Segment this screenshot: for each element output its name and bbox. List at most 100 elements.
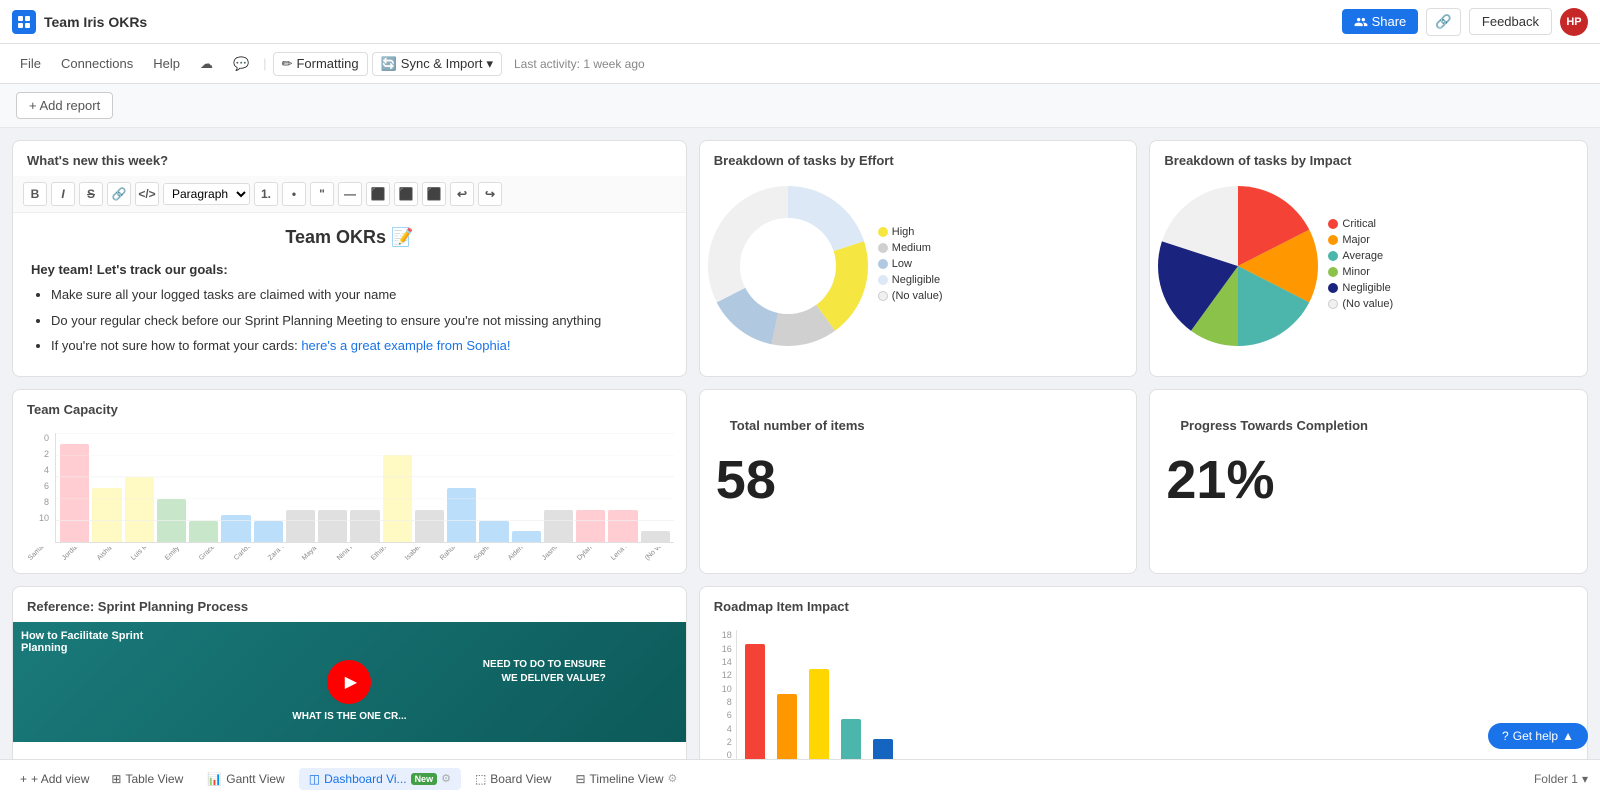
file-menu[interactable]: File bbox=[12, 52, 49, 75]
sync-import-button[interactable]: 🔄 Sync & Import ▾ bbox=[372, 52, 502, 76]
capacity-bar bbox=[415, 510, 444, 543]
roadmap-bars bbox=[736, 630, 901, 760]
italic-button[interactable]: I bbox=[51, 182, 75, 206]
plus-icon: + bbox=[20, 772, 27, 786]
team-capacity-card: Team Capacity 1086420 Samantha ChenJorda… bbox=[12, 389, 687, 574]
doc-link[interactable]: here's a great example from Sophia! bbox=[301, 338, 510, 353]
feedback-button[interactable]: Feedback bbox=[1469, 8, 1552, 35]
bar-label: Lena Perez bbox=[610, 547, 636, 562]
tab-board[interactable]: ⬚ Board View bbox=[465, 768, 562, 790]
tab-table[interactable]: ⊞ Table View bbox=[101, 768, 193, 790]
undo-button[interactable]: ↩ bbox=[450, 182, 474, 206]
roadmap-bar bbox=[745, 644, 765, 759]
total-items-title: Total number of items bbox=[716, 406, 879, 441]
capacity-bar-labels: Samantha ChenJordan PatelAisha GreenLuis… bbox=[25, 547, 674, 564]
roadmap-card: Roadmap Item Impact 024681012141618 bbox=[699, 586, 1588, 770]
link-editor-button[interactable]: 🔗 bbox=[107, 182, 131, 206]
timeline-settings-icon[interactable]: ⚙ bbox=[668, 772, 678, 785]
doc-list: Make sure all your logged tasks are clai… bbox=[31, 285, 668, 356]
capacity-bar bbox=[383, 455, 412, 542]
align-left-button[interactable]: ⬛ bbox=[366, 182, 390, 206]
app-logo bbox=[12, 10, 36, 34]
align-right-button[interactable]: ⬛ bbox=[422, 182, 446, 206]
y-axis-labels: 1086420 bbox=[25, 433, 49, 523]
bar-label: Ethan Williams bbox=[370, 547, 396, 562]
bold-button[interactable]: B bbox=[23, 182, 47, 206]
main-content: What's new this week? B I S 🔗 </> Paragr… bbox=[0, 128, 1600, 795]
roadmap-title: Roadmap Item Impact bbox=[700, 587, 1587, 622]
add-report-button[interactable]: + Add report bbox=[16, 92, 113, 119]
get-help-button[interactable]: ? Get help ▲ bbox=[1488, 723, 1588, 749]
strikethrough-button[interactable]: S bbox=[79, 182, 103, 206]
code-button[interactable]: </> bbox=[135, 182, 159, 206]
formatting-button[interactable]: ✏ Formatting bbox=[273, 52, 368, 76]
roadmap-bar bbox=[841, 719, 861, 759]
capacity-bar bbox=[318, 510, 347, 543]
tab-timeline[interactable]: ⊟ Timeline View ⚙ bbox=[565, 768, 687, 790]
bar-label: Nina Hernandez bbox=[336, 547, 362, 562]
avatar: HP bbox=[1560, 8, 1588, 36]
roadmap-group bbox=[873, 739, 893, 759]
capacity-bar bbox=[125, 477, 154, 542]
align-center-button[interactable]: ⬛ bbox=[394, 182, 418, 206]
unordered-list-button[interactable]: • bbox=[282, 182, 306, 206]
bar-label: Dylan Carter bbox=[576, 547, 602, 562]
table-icon: ⊞ bbox=[111, 772, 121, 786]
effort-title: Breakdown of tasks by Effort bbox=[700, 141, 1137, 176]
timeline-icon: ⊟ bbox=[575, 772, 585, 786]
quote-button[interactable]: " bbox=[310, 182, 334, 206]
impact-pie bbox=[1158, 186, 1318, 346]
impact-title: Breakdown of tasks by Impact bbox=[1150, 141, 1587, 176]
hr-button[interactable]: — bbox=[338, 182, 362, 206]
capacity-bar bbox=[286, 510, 315, 543]
tab-dashboard[interactable]: ◫ Dashboard Vi... New ⚙ bbox=[299, 768, 461, 790]
redo-button[interactable]: ↪ bbox=[478, 182, 502, 206]
capacity-bars bbox=[55, 433, 674, 543]
bar-label: Grace Johnson bbox=[198, 547, 224, 562]
tab-settings-icon[interactable]: ⚙ bbox=[441, 772, 451, 785]
add-report-bar: + Add report bbox=[0, 84, 1600, 128]
progress-content: Progress Towards Completion 21% bbox=[1150, 390, 1587, 527]
bar-label: Samantha Chen bbox=[27, 547, 53, 562]
chat-icon[interactable]: 💬 bbox=[225, 52, 257, 76]
capacity-bar bbox=[254, 521, 283, 543]
video-title-overlay: How to Facilitate Sprint Planning bbox=[21, 630, 171, 654]
capacity-bar bbox=[447, 488, 476, 543]
cloud-icon[interactable]: ☁ bbox=[192, 52, 221, 76]
link-button[interactable]: 🔗 bbox=[1426, 8, 1461, 36]
ordered-list-button[interactable]: 1. bbox=[254, 182, 278, 206]
gantt-icon: 📊 bbox=[207, 772, 222, 786]
bar-label: (No value) bbox=[644, 547, 670, 562]
impact-legend: Critical Major Average Minor Negligible … bbox=[1328, 218, 1393, 314]
roadmap-chart: 024681012141618 bbox=[700, 622, 1587, 768]
roadmap-bar bbox=[809, 669, 829, 759]
progress-title: Progress Towards Completion bbox=[1166, 406, 1382, 441]
video-thumbnail[interactable]: How to Facilitate Sprint Planning NEED T… bbox=[13, 622, 686, 742]
dashboard-icon: ◫ bbox=[309, 772, 320, 786]
effort-pie bbox=[708, 186, 868, 346]
total-items-content: Total number of items 58 bbox=[700, 390, 1137, 527]
help-icon: ? bbox=[1502, 729, 1509, 743]
effort-legend: High Medium Low Negligible (No value) bbox=[878, 226, 943, 306]
capacity-title: Team Capacity bbox=[13, 390, 686, 425]
capacity-bar bbox=[350, 510, 379, 543]
help-menu[interactable]: Help bbox=[145, 52, 188, 75]
bar-label: Luis Martinez bbox=[130, 547, 156, 562]
connections-menu[interactable]: Connections bbox=[53, 52, 141, 75]
add-view-button[interactable]: + + Add view bbox=[12, 768, 97, 790]
capacity-chart: 1086420 Samantha ChenJordan PatelAisha G… bbox=[13, 425, 686, 572]
bar-label: Carlos Rivera bbox=[233, 547, 259, 562]
paragraph-select[interactable]: Paragraph Heading 1 Heading 2 bbox=[163, 183, 250, 205]
share-button[interactable]: Share bbox=[1342, 9, 1419, 34]
bar-label: Jasmine Lee bbox=[541, 547, 567, 562]
list-item: If you're not sure how to format your ca… bbox=[51, 336, 668, 356]
tab-gantt[interactable]: 📊 Gantt View bbox=[197, 768, 294, 790]
app-title: Team Iris OKRs bbox=[44, 14, 147, 30]
capacity-bar bbox=[479, 521, 508, 543]
bar-label: Aiden Miller bbox=[507, 547, 533, 562]
toolbar: File Connections Help ☁ 💬 | ✏ Formatting… bbox=[0, 44, 1600, 84]
roadmap-group bbox=[809, 669, 829, 759]
roadmap-y-labels: 024681012141618 bbox=[712, 630, 732, 760]
capacity-bar bbox=[608, 510, 637, 543]
capacity-bar bbox=[544, 510, 573, 543]
